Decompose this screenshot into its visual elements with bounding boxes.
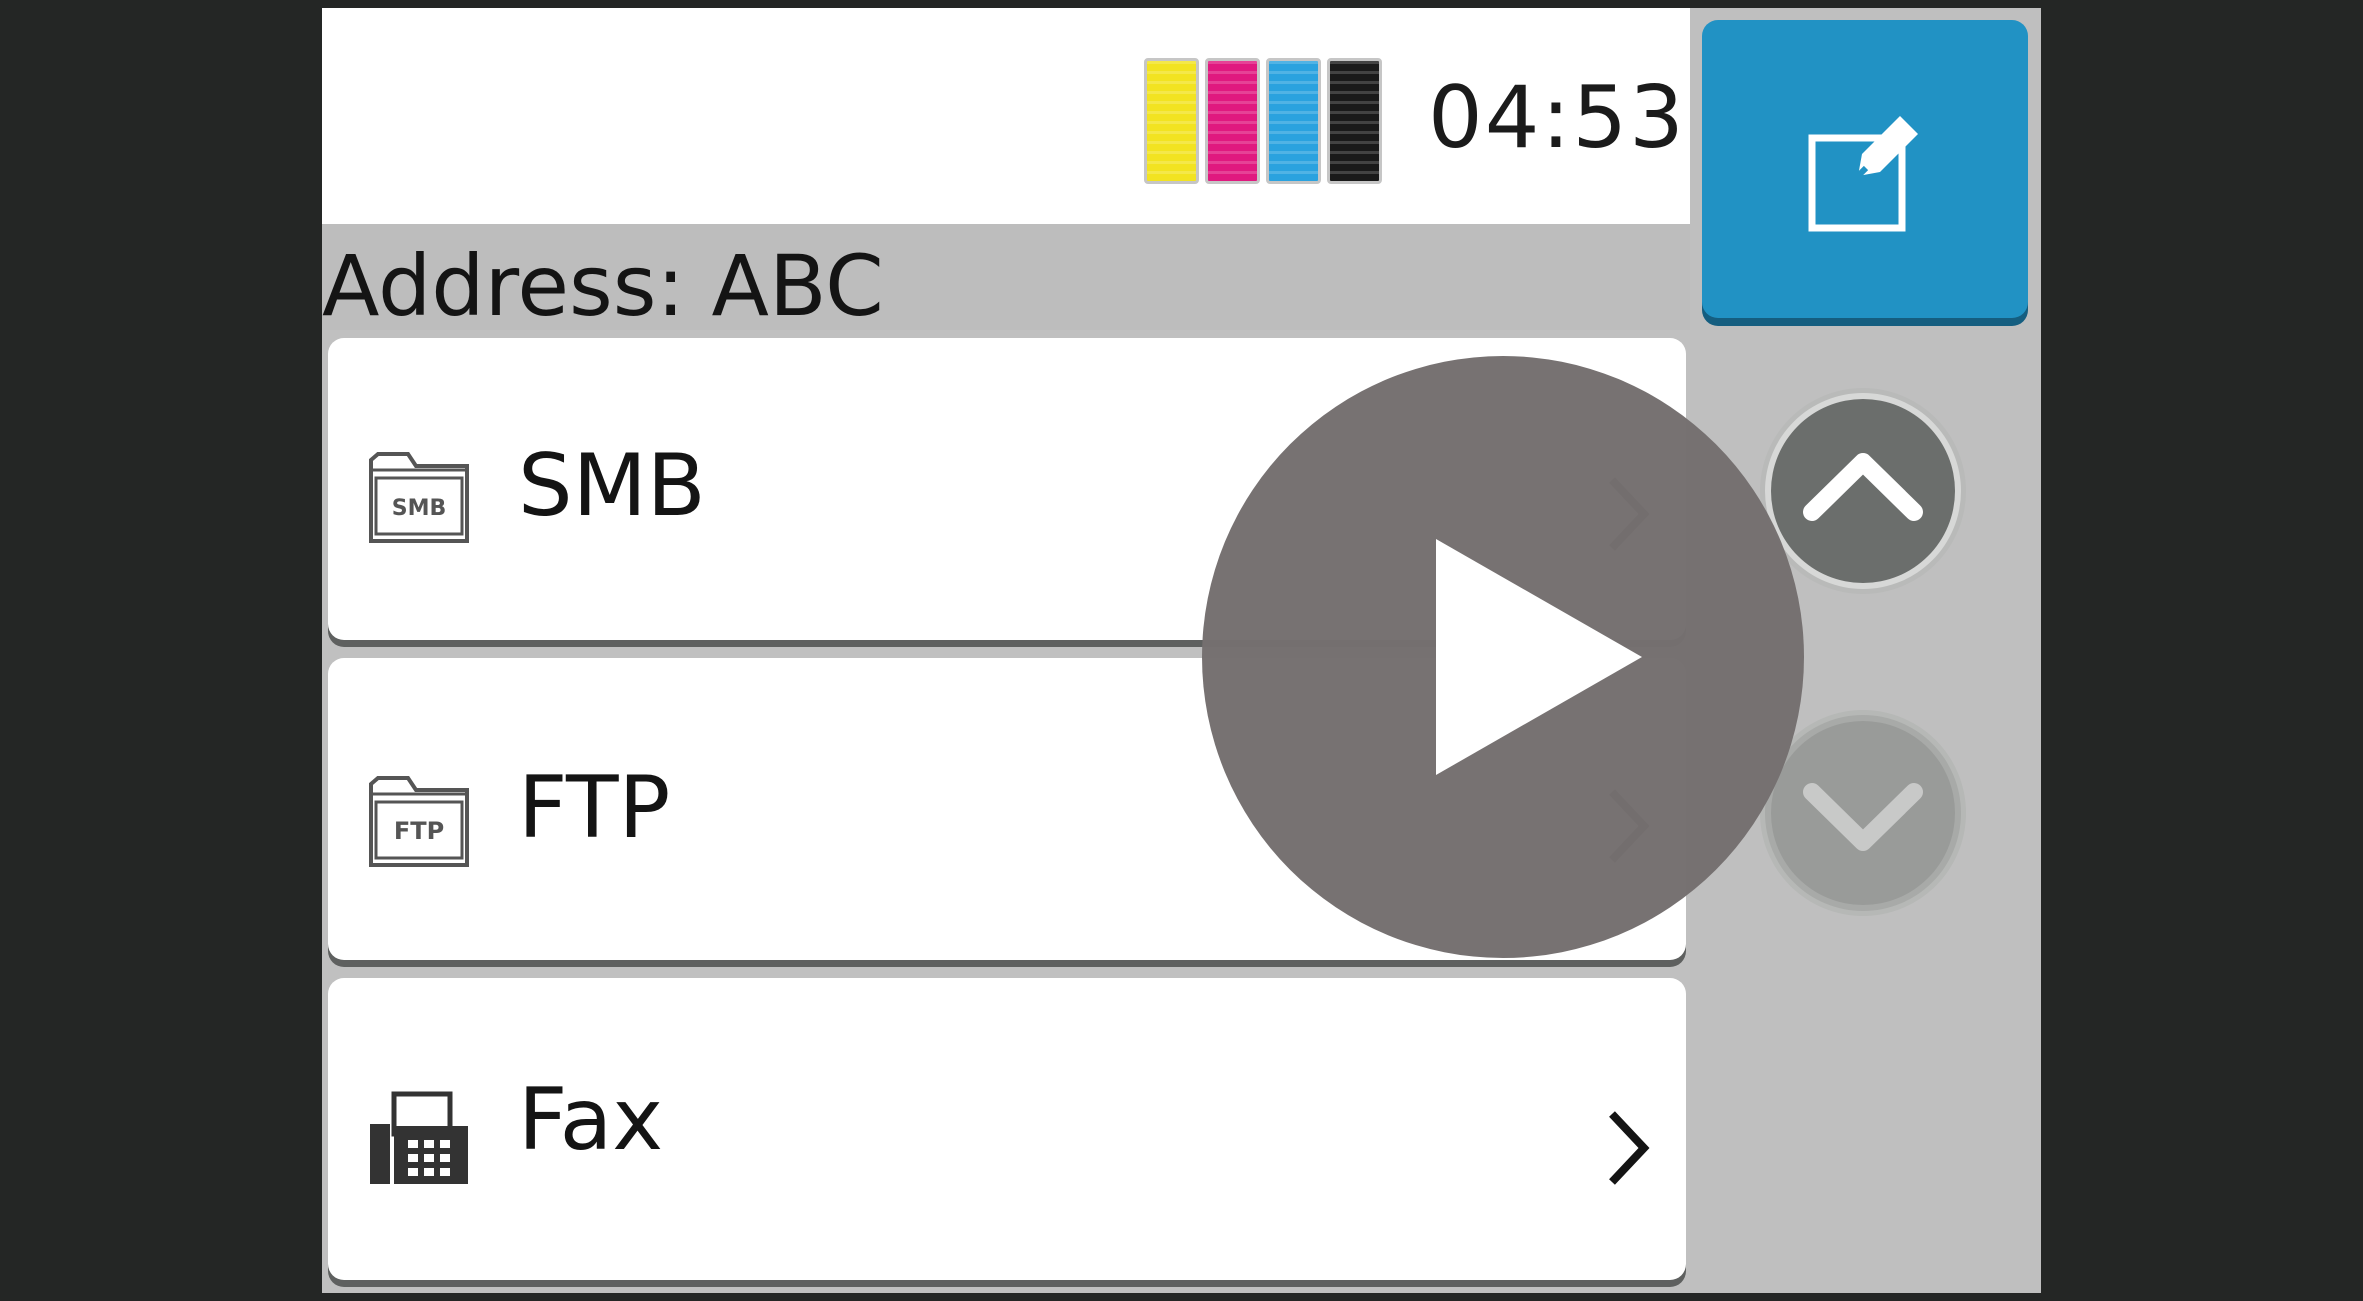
destination-label: SMB: [518, 436, 706, 536]
printer-panel-screen: 04:53 Address: ABC SMB SMB FTP FTP Fax: [322, 8, 2041, 1293]
cyan-toner-icon: [1266, 58, 1321, 184]
edit-icon: [1808, 116, 1918, 232]
status-bar: 04:53: [322, 8, 1690, 224]
svg-text:FTP: FTP: [394, 817, 444, 845]
chevron-right-icon: [1604, 1108, 1652, 1188]
clock: 04:53: [1428, 68, 1686, 168]
destination-item-fax[interactable]: Fax: [328, 978, 1686, 1280]
destination-label: FTP: [518, 758, 671, 858]
video-play-button[interactable]: [1202, 356, 1804, 958]
address-header: Address: ABC: [322, 224, 1690, 334]
black-toner-icon: [1327, 58, 1382, 184]
edit-button[interactable]: [1702, 20, 2028, 318]
ftp-folder-icon: FTP: [368, 772, 470, 868]
fax-icon: [368, 1090, 470, 1186]
smb-folder-icon: SMB: [368, 448, 470, 544]
yellow-toner-icon: [1144, 58, 1199, 184]
play-icon: [1436, 539, 1642, 775]
magenta-toner-icon: [1205, 58, 1260, 184]
toner-level-indicator[interactable]: [1144, 58, 1382, 184]
svg-text:SMB: SMB: [392, 496, 447, 521]
destination-label: Fax: [518, 1070, 664, 1170]
address-label: Address: ABC: [322, 237, 884, 335]
